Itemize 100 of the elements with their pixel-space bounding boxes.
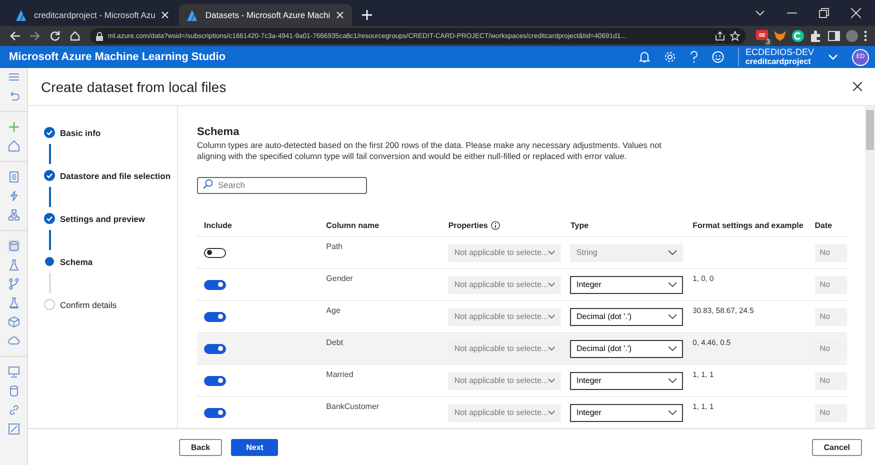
column-header: Properties (448, 221, 488, 230)
column-name: Debt (326, 338, 344, 347)
column-header: Column name (326, 221, 380, 230)
chevron-down-icon (668, 346, 678, 351)
forward-arrow-icon[interactable] (30, 31, 40, 41)
close-icon[interactable] (853, 82, 862, 91)
chevron-down-icon (668, 314, 678, 319)
link-icon[interactable] (8, 404, 20, 416)
hierarchy-icon[interactable] (8, 209, 20, 221)
chevron-down-icon (548, 282, 556, 287)
column-name: Age (326, 306, 340, 315)
toggle-switch[interactable] (204, 280, 226, 290)
description-text: Column types are auto-detected based on the first 200 rows of the data. Please make any necessary adjustments. Values not aligning with the specified column type will fail conversion and would be either null-filled or replaced with error value. (197, 140, 662, 162)
edit-icon[interactable] (8, 423, 20, 435)
chevron-down-icon[interactable] (755, 10, 765, 16)
chevron-down-icon (548, 410, 556, 415)
date-format-dropdown[interactable]: No (814, 308, 847, 326)
bell-icon[interactable] (639, 51, 650, 63)
column-header: Include (204, 221, 232, 230)
step-label[interactable]: Basic info (60, 128, 101, 138)
properties-dropdown[interactable]: Not applicable to selecte... (448, 244, 562, 262)
triangle-logo-icon (187, 10, 200, 20)
flask-icon[interactable] (8, 297, 20, 309)
properties-dropdown[interactable]: Not applicable to selecte... (448, 404, 562, 422)
help-icon[interactable] (690, 51, 698, 63)
toggle-switch[interactable] (204, 344, 226, 354)
branch-icon[interactable] (8, 278, 20, 290)
properties-dropdown[interactable]: Not applicable to selecte... (448, 308, 562, 326)
chevron-down-icon (548, 378, 556, 383)
date-format-dropdown[interactable]: No (814, 276, 847, 294)
column-header: Type (570, 221, 589, 230)
chevron-down-icon (668, 410, 678, 415)
column-header: Date (814, 221, 832, 230)
date-format-dropdown[interactable]: No (814, 244, 847, 262)
chevron-down-icon (548, 250, 556, 255)
extension-icon[interactable] (792, 30, 804, 42)
type-dropdown[interactable]: Integer (570, 276, 684, 294)
minimize-icon[interactable] (787, 12, 797, 14)
browser-tab[interactable]: Datasets - Microsoft Azure Machi (179, 4, 352, 26)
database-icon[interactable] (8, 240, 20, 252)
column-name: Married (326, 370, 354, 379)
dialog-title: Create dataset from local files (41, 78, 228, 94)
next-button[interactable]: Next (231, 438, 278, 456)
toggle-switch[interactable] (204, 248, 226, 258)
chevron-down-icon (668, 378, 678, 383)
date-format-dropdown[interactable]: No (814, 404, 847, 422)
browser-tab[interactable]: creditcardproject - Microsoft Azu (8, 4, 178, 26)
toggle-switch[interactable] (204, 312, 226, 322)
more-icon[interactable] (864, 30, 867, 42)
step-label[interactable]: Schema (60, 256, 93, 266)
toggle-switch[interactable] (204, 376, 226, 386)
properties-dropdown[interactable]: Not applicable to selecte... (448, 372, 562, 390)
column-name: BankCustomer (326, 402, 380, 411)
column-name: Path (326, 242, 343, 251)
chevron-down-icon (548, 314, 556, 319)
account-name[interactable]: ECDEDIOS-DEV (745, 48, 814, 57)
type-dropdown[interactable]: Decimal (dot '.') (570, 340, 684, 358)
cube-icon[interactable] (8, 316, 20, 328)
profile-avatar[interactable] (846, 30, 858, 42)
settings-icon[interactable] (664, 51, 676, 63)
section-heading: Schema (197, 126, 240, 138)
monitor-icon[interactable] (8, 366, 20, 378)
properties-dropdown[interactable]: Not applicable to selecte... (448, 276, 562, 294)
database-icon[interactable] (8, 385, 20, 397)
column-header: Format settings and example (692, 221, 804, 230)
back-arrow-icon[interactable] (10, 31, 20, 41)
sidebar-icon[interactable] (828, 30, 840, 42)
triangle-logo-icon (16, 10, 28, 20)
back-button[interactable]: Back (179, 438, 222, 456)
search-icon (203, 179, 213, 189)
menu-icon[interactable] (8, 71, 20, 83)
app-title: Microsoft Azure Machine Learning Studio (9, 51, 226, 63)
date-format-dropdown[interactable]: No (814, 372, 847, 390)
fox-icon[interactable] (774, 30, 786, 42)
puzzle-icon[interactable] (810, 30, 822, 42)
document-icon[interactable] (8, 171, 20, 183)
type-dropdown[interactable]: Integer (570, 372, 684, 390)
step-label[interactable]: Settings and preview (60, 214, 146, 224)
type-dropdown[interactable]: Decimal (dot '.') (570, 308, 684, 326)
info-icon (490, 221, 500, 230)
undo-icon[interactable] (8, 90, 20, 102)
extension-icon[interactable] (756, 30, 768, 42)
column-name: Gender (326, 274, 353, 283)
lightning-icon[interactable] (8, 190, 20, 202)
star-icon[interactable] (730, 31, 740, 41)
cancel-button[interactable]: Cancel (812, 438, 862, 456)
share-icon[interactable] (715, 31, 725, 41)
scrollbar[interactable] (865, 106, 875, 428)
chevron-down-icon (548, 346, 556, 351)
type-dropdown[interactable]: Integer (570, 404, 684, 422)
restore-icon[interactable] (819, 8, 829, 18)
flask-icon[interactable] (8, 259, 20, 271)
toggle-switch[interactable] (204, 408, 226, 418)
cloud-icon[interactable] (8, 335, 20, 347)
step-label[interactable]: Confirm details (60, 300, 117, 310)
workspace-name[interactable]: creditcardproject (745, 57, 814, 66)
step-label[interactable]: Datastore and file selection (60, 170, 171, 180)
smiley-icon[interactable] (712, 51, 724, 63)
reload-icon[interactable] (50, 31, 60, 41)
search-field[interactable]: Search (197, 176, 367, 194)
